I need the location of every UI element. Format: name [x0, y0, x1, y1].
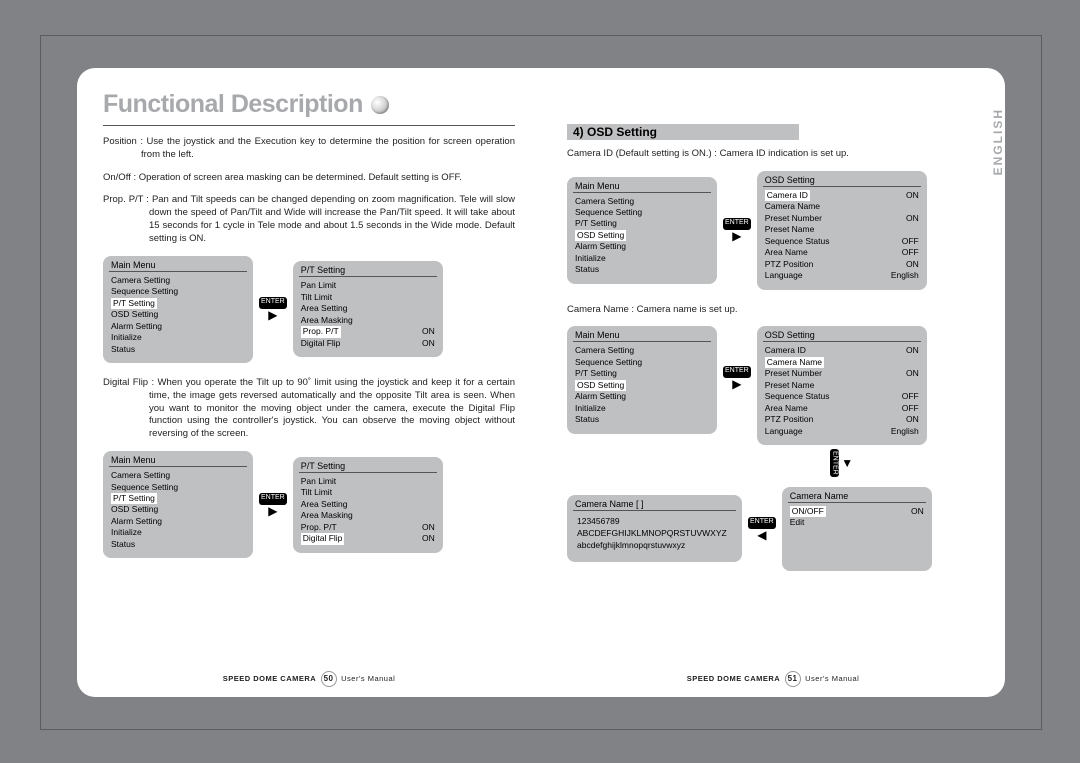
- arrow-right-icon: ▶: [268, 505, 277, 517]
- list-item: Sequence Setting: [111, 482, 245, 493]
- list-item: Prop. P/TON: [301, 522, 435, 533]
- arrow-right-icon: ▶: [732, 230, 741, 242]
- camera-id-desc: Camera ID (Default setting is ON.) : Cam…: [567, 148, 961, 161]
- arrow-connector: ENTER ▶: [259, 297, 287, 321]
- menu-pair-camid: Main Menu Camera Setting Sequence Settin…: [567, 171, 961, 290]
- list-item: Area Masking: [301, 315, 435, 326]
- list-item: Initialize: [111, 332, 245, 343]
- page-title: Functional Description: [103, 90, 363, 119]
- page-number: 50: [321, 671, 337, 687]
- list-item: Alarm Setting: [111, 321, 245, 332]
- para-digital-flip: Digital Flip : When you operate the Tilt…: [103, 377, 515, 441]
- pt-setting-box-1: P/T Setting Pan Limit Tilt Limit Area Se…: [293, 261, 443, 357]
- document-frame: Functional Description Position : Use th…: [40, 35, 1042, 730]
- list-item-selected: Prop. P/TON: [301, 326, 435, 337]
- footer-left: SPEED DOME CAMERA 50 User's Manual: [77, 671, 541, 687]
- list-item: OSD Setting: [111, 309, 245, 320]
- main-menu-box-1: Main Menu Camera Setting Sequence Settin…: [103, 256, 253, 363]
- para-onoff: On/Off : Operation of screen area maskin…: [103, 172, 515, 185]
- pt-setting-title: P/T Setting: [299, 265, 437, 277]
- main-menu-box-r1: Main Menu Camera Setting Sequence Settin…: [567, 177, 717, 284]
- list-item: Tilt Limit: [301, 292, 435, 303]
- para-position: Position : Use the joystick and the Exec…: [103, 136, 515, 162]
- pt-setting-box-2: P/T Setting Pan Limit Tilt Limit Area Se…: [293, 457, 443, 553]
- title-rule: [103, 125, 515, 126]
- arrow-left-icon: ◀: [757, 529, 766, 541]
- page-number: 51: [785, 671, 801, 687]
- list-item: Digital FlipON: [301, 338, 435, 349]
- list-item: Area Setting: [301, 499, 435, 510]
- main-menu-box-2: Main Menu Camera Setting Sequence Settin…: [103, 451, 253, 558]
- list-item: OSD Setting: [111, 504, 245, 515]
- list-item: Area Masking: [301, 510, 435, 521]
- list-item: Tilt Limit: [301, 487, 435, 498]
- menu-pair-edit: Camera Name [ ] 123456789 ABCDEFGHIJKLMN…: [567, 487, 961, 571]
- list-item: Status: [111, 539, 245, 550]
- char-palette-box: Camera Name [ ] 123456789 ABCDEFGHIJKLMN…: [567, 495, 742, 562]
- list-item: Pan Limit: [301, 280, 435, 291]
- arrow-right-icon: ▶: [268, 309, 277, 321]
- language-tab: ENGLISH: [991, 108, 1005, 175]
- osd-setting-box-2: OSD Setting Camera IDON Camera Name Pres…: [757, 326, 927, 445]
- arrow-down-connector: ENTER ▼: [830, 449, 853, 477]
- menu-pair-flip: Main Menu Camera Setting Sequence Settin…: [103, 451, 515, 558]
- osd-setting-box-1: OSD Setting Camera IDON Camera Name Pres…: [757, 171, 927, 290]
- main-menu-box-r2: Main Menu Camera Setting Sequence Settin…: [567, 326, 717, 433]
- list-item: Status: [111, 344, 245, 355]
- para-prop-pt: Prop. P/T : Pan and Tilt speeds can be c…: [103, 194, 515, 245]
- arrow-connector: ENTER ▶: [723, 366, 751, 390]
- page-right: 4) OSD Setting Camera ID (Default settin…: [541, 68, 1005, 697]
- arrow-connector: ENTER ▶: [259, 493, 287, 517]
- camera-name-menu: Camera Name ON/OFFON Edit: [782, 487, 932, 571]
- arrow-down-icon: ▼: [841, 457, 853, 469]
- arrow-connector: ENTER ▶: [723, 218, 751, 242]
- list-item: Pan Limit: [301, 476, 435, 487]
- list-item-selected: Digital FlipON: [301, 533, 435, 544]
- char-row-upper: ABCDEFGHIJKLMNOPQRSTUVWXYZ: [577, 528, 732, 540]
- list-item: Camera Setting: [111, 470, 245, 481]
- footer-right: SPEED DOME CAMERA 51 User's Manual: [541, 671, 1005, 687]
- page-left: Functional Description Position : Use th…: [77, 68, 541, 697]
- list-item: Alarm Setting: [111, 516, 245, 527]
- enter-label: ENTER: [259, 493, 287, 505]
- arrow-right-icon: ▶: [732, 378, 741, 390]
- page-spread: Functional Description Position : Use th…: [77, 68, 1005, 697]
- list-item: Camera Setting: [111, 275, 245, 286]
- list-item: Initialize: [111, 527, 245, 538]
- char-row-digits: 123456789: [577, 516, 732, 528]
- list-item: Area Setting: [301, 303, 435, 314]
- menu-pair-prop: Main Menu Camera Setting Sequence Settin…: [103, 256, 515, 363]
- camera-name-desc: Camera Name : Camera name is set up.: [567, 304, 961, 317]
- menu-pair-camname: Main Menu Camera Setting Sequence Settin…: [567, 326, 961, 476]
- list-item: Sequence Setting: [111, 286, 245, 297]
- title-ornament-dot: [371, 96, 389, 114]
- main-menu-title: Main Menu: [109, 260, 247, 272]
- char-row-lower: abcdefghijklmnopqrstuvwxyz: [577, 540, 732, 552]
- list-item-selected: P/T Setting: [111, 298, 245, 309]
- list-item-selected: P/T Setting: [111, 493, 245, 504]
- section-header-osd: 4) OSD Setting: [567, 124, 799, 140]
- arrow-connector-left: ENTER ◀: [748, 517, 776, 541]
